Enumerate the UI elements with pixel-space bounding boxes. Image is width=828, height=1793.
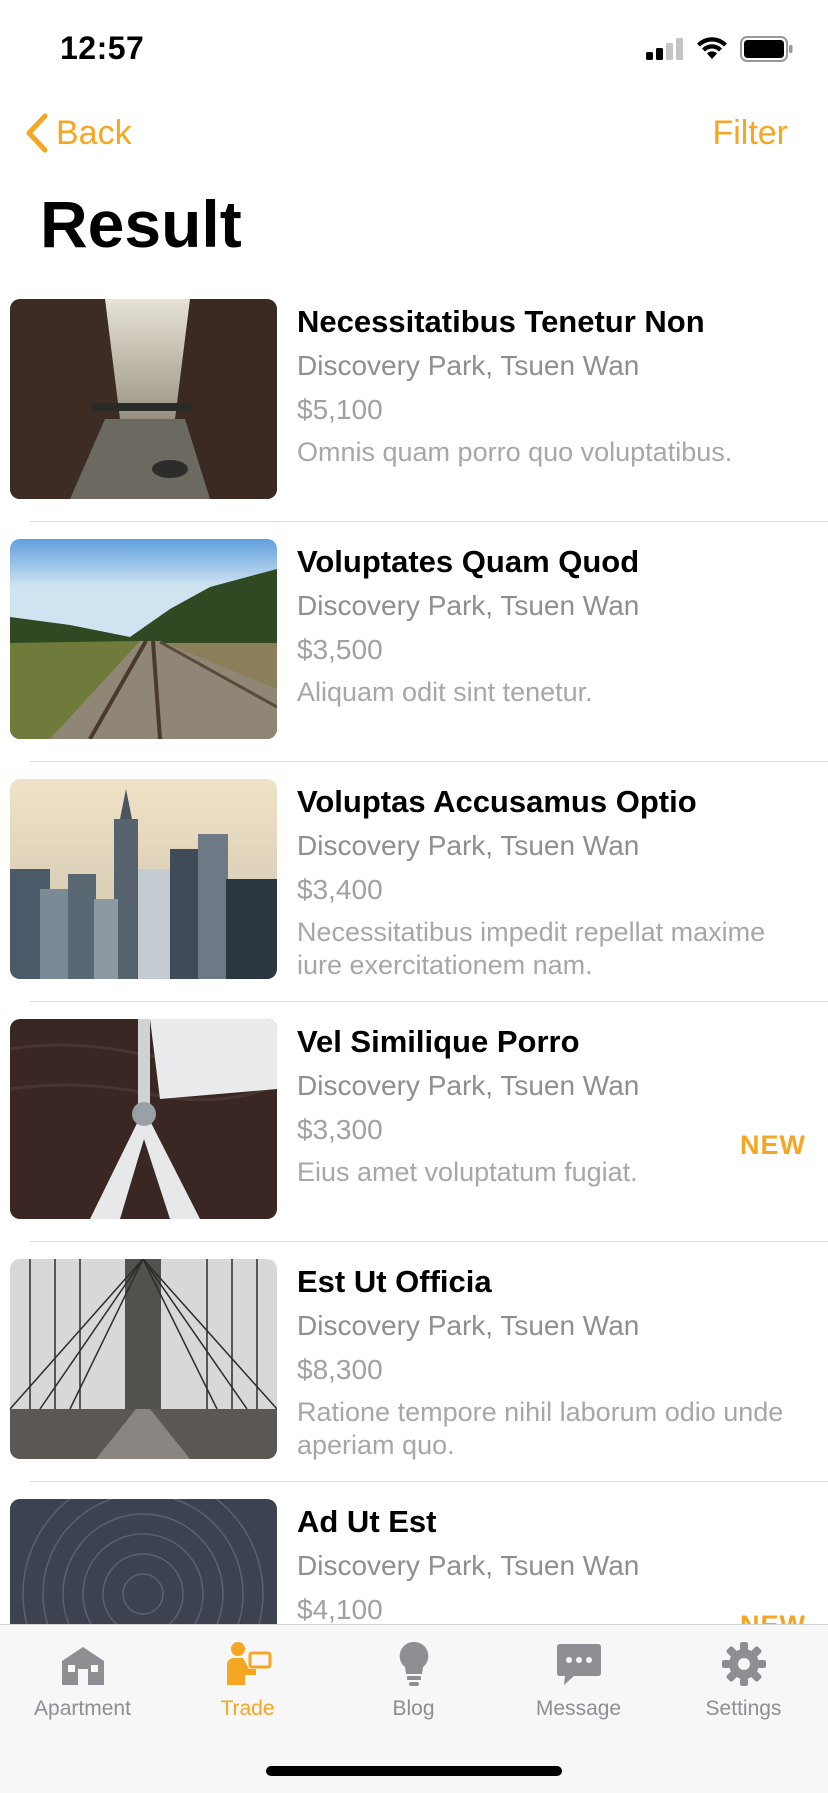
listing-price: $3,500 — [297, 634, 383, 665]
tab-trade[interactable]: Trade — [165, 1639, 330, 1739]
apartment-icon — [61, 1647, 104, 1685]
listing-title: Voluptas Accusamus Optio — [297, 784, 697, 819]
navigation-bar: Back Filter — [0, 100, 828, 170]
listing-location: Discovery Park, Tsuen Wan — [297, 1310, 640, 1341]
tab-blog[interactable]: Blog — [331, 1639, 496, 1739]
listing-row[interactable]: Ad Ut Est Discovery Park, Tsuen Wan $4,1… — [0, 1482, 828, 1624]
railway-photo — [10, 539, 277, 739]
listing-price: $5,100 — [297, 394, 383, 425]
listing-row[interactable]: Voluptas Accusamus Optio Discovery Park,… — [0, 762, 828, 1002]
listing-location: Discovery Park, Tsuen Wan — [297, 1550, 640, 1581]
listing-description: Omnis quam porro quo voluptatibus. — [297, 437, 733, 467]
page-title: Result — [40, 187, 242, 261]
new-badge: NEW — [740, 1610, 806, 1624]
tab-label: Settings — [705, 1697, 782, 1720]
wifi-icon — [697, 37, 727, 59]
listing-title: Ad Ut Est — [297, 1504, 437, 1539]
listing-row[interactable]: Voluptates Quam Quod Discovery Park, Tsu… — [0, 522, 828, 762]
status-time: 12:57 — [60, 30, 145, 66]
home-indicator — [266, 1766, 562, 1776]
tab-label: Message — [535, 1697, 622, 1720]
tab-apartment[interactable]: Apartment — [0, 1639, 165, 1739]
listing-text: Voluptas Accusamus Optio Discovery Park,… — [297, 782, 807, 982]
listing-price: $4,100 — [297, 1594, 383, 1624]
sailboat-photo — [10, 1019, 277, 1219]
back-button[interactable]: Back — [24, 112, 132, 154]
listing-price: $3,400 — [297, 874, 383, 905]
tab-label: Trade — [220, 1697, 275, 1720]
listing-location: Discovery Park, Tsuen Wan — [297, 830, 640, 861]
battery-icon — [740, 36, 793, 62]
status-icons — [646, 36, 794, 62]
listing-title: Voluptates Quam Quod — [297, 544, 640, 579]
listing-location: Discovery Park, Tsuen Wan — [297, 1070, 640, 1101]
listing-price: $3,300 — [297, 1114, 383, 1145]
listing-description: Ratione tempore nihil laborum odio unde … — [297, 1397, 784, 1460]
listing-row[interactable]: Necessitatibus Tenetur Non Discovery Par… — [0, 282, 828, 522]
filter-button[interactable]: Filter — [712, 114, 788, 153]
lightbulb-icon — [399, 1641, 428, 1686]
back-button-label: Back — [56, 113, 132, 152]
listing-title: Necessitatibus Tenetur Non — [297, 304, 705, 339]
listing-title: Vel Similique Porro — [297, 1024, 580, 1059]
tab-message[interactable]: Message — [496, 1639, 661, 1739]
city-skyline-photo — [10, 779, 277, 979]
listing-text: Necessitatibus Tenetur Non Discovery Par… — [297, 302, 807, 469]
listing-description: Eius amet voluptatum fugiat. — [297, 1157, 638, 1187]
listing-location: Discovery Park, Tsuen Wan — [297, 590, 640, 621]
canal-photo — [10, 299, 277, 499]
bridge-photo — [10, 1259, 277, 1459]
listing-text: Vel Similique Porro Discovery Park, Tsue… — [297, 1022, 807, 1189]
results-list[interactable]: Necessitatibus Tenetur Non Discovery Par… — [0, 282, 828, 1624]
listing-description: Aliquam odit sint tenetur. — [297, 677, 593, 707]
tab-settings[interactable]: Settings — [661, 1639, 826, 1739]
cellular-signal-icon — [646, 38, 683, 60]
listing-title: Est Ut Officia — [297, 1264, 492, 1299]
listing-text: Est Ut Officia Discovery Park, Tsuen Wan… — [297, 1262, 807, 1462]
listing-description: Necessitatibus impedit repellat maxime i… — [297, 917, 766, 980]
tab-label: Blog — [392, 1697, 435, 1720]
listing-row[interactable]: Est Ut Officia Discovery Park, Tsuen Wan… — [0, 1242, 828, 1482]
listing-row[interactable]: Vel Similique Porro Discovery Park, Tsue… — [0, 1002, 828, 1242]
tab-label: Apartment — [34, 1697, 131, 1720]
message-icon — [556, 1644, 601, 1685]
star-trails-photo — [10, 1499, 277, 1624]
listing-price: $8,300 — [297, 1354, 383, 1385]
listing-text: Voluptates Quam Quod Discovery Park, Tsu… — [297, 542, 807, 709]
chevron-left-icon — [26, 113, 48, 153]
gear-icon — [721, 1642, 766, 1686]
listing-location: Discovery Park, Tsuen Wan — [297, 350, 640, 381]
trade-icon — [226, 1642, 271, 1685]
new-badge: NEW — [740, 1130, 806, 1160]
status-bar: 12:57 — [0, 0, 828, 100]
listing-text: Ad Ut Est Discovery Park, Tsuen Wan $4,1… — [297, 1502, 807, 1624]
